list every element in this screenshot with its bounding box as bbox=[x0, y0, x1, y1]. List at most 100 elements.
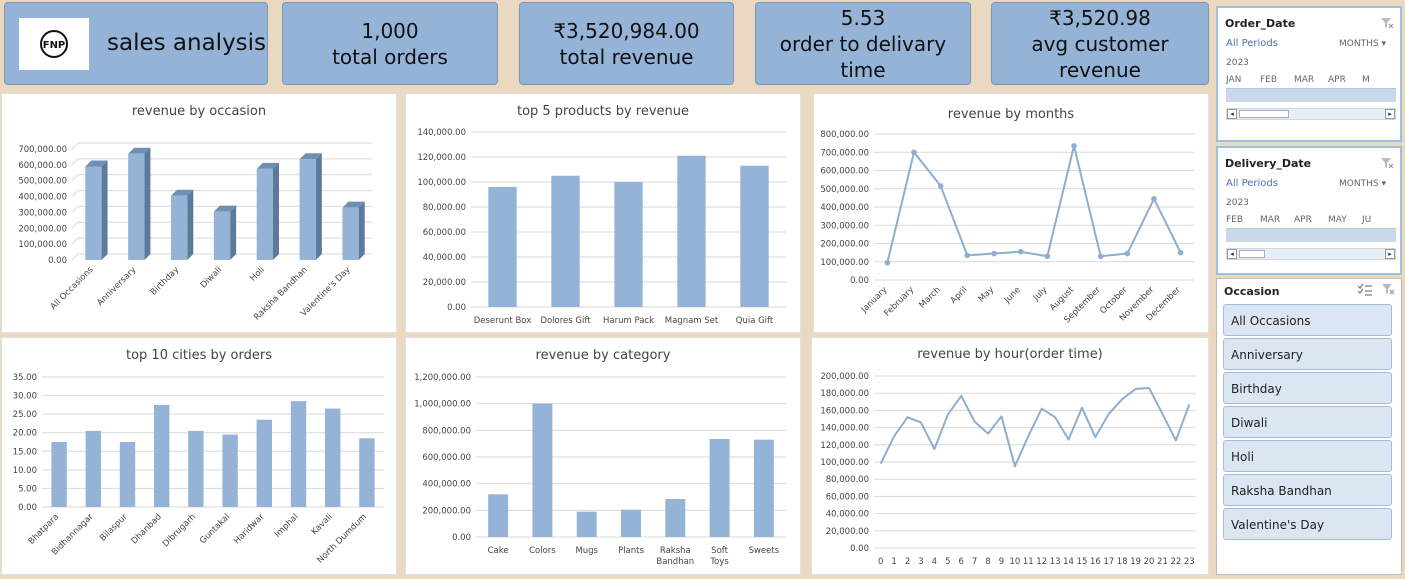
x-tick-label: 11 bbox=[1023, 557, 1034, 567]
kpi-label: order to delivary time bbox=[779, 31, 947, 82]
plot-area: 0.00 20,000.00 40,000.00 60,000.00 80,000.00… bbox=[417, 128, 786, 326]
timeline-selection-bar[interactable] bbox=[1226, 228, 1396, 242]
y-tick-label: 500,000.00 bbox=[820, 185, 869, 195]
order-date-timeline[interactable]: Order_Date All Periods MONTHS ▾ 2023 JAN… bbox=[1216, 6, 1402, 142]
y-tick-label: 0.00 bbox=[850, 544, 869, 554]
y-tick-label: 200,000.00 bbox=[820, 372, 869, 382]
bar bbox=[171, 195, 188, 260]
multi-select-icon[interactable] bbox=[1357, 283, 1373, 297]
x-tick-label: July bbox=[1031, 285, 1050, 304]
x-tick-label: Toys bbox=[709, 557, 729, 567]
x-tick-label: 6 bbox=[958, 557, 963, 567]
y-tick-label: 80,000.00 bbox=[423, 203, 466, 213]
x-tick-label: 13 bbox=[1050, 557, 1061, 567]
time-level-dropdown[interactable]: MONTHS ▾ bbox=[1339, 179, 1386, 189]
chart-svg: 0.00 100,000.00 200,000.00 300,000.00 400,00… bbox=[820, 130, 1194, 325]
x-tick-label: 1 bbox=[891, 557, 896, 567]
chart-revenue-by-occasion[interactable]: revenue by occasion 0.00 100,000.00 200,00… bbox=[1, 93, 397, 333]
x-tick-label: Colors bbox=[529, 546, 556, 556]
data-point bbox=[937, 183, 944, 189]
x-tick-label: Raksha bbox=[660, 546, 691, 556]
bar bbox=[709, 439, 730, 537]
y-tick-label: 200,000.00 bbox=[18, 224, 67, 234]
bar bbox=[85, 430, 101, 507]
timeline-scrollbar[interactable]: ◂ ▸ bbox=[1226, 248, 1396, 260]
time-level-dropdown[interactable]: MONTHS ▾ bbox=[1339, 39, 1386, 49]
y-tick-label: 400,000.00 bbox=[422, 480, 471, 490]
logo-text: FNP bbox=[43, 40, 66, 51]
x-tick-label: 2 bbox=[905, 557, 910, 567]
bar-side bbox=[187, 189, 194, 260]
y-tick-label: 1,200,000.00 bbox=[414, 373, 471, 383]
slicer-item-anniversary[interactable]: Anniversary bbox=[1223, 338, 1392, 370]
bar bbox=[188, 430, 204, 507]
data-point bbox=[884, 259, 891, 266]
y-tick-label: 800,000.00 bbox=[422, 426, 471, 436]
bar bbox=[256, 168, 273, 260]
y-tick-label: 140,000.00 bbox=[417, 128, 466, 138]
slicer-item-diwali[interactable]: Diwali bbox=[1223, 406, 1392, 438]
slicer-item-raksha-bandhan[interactable]: Raksha Bandhan bbox=[1223, 474, 1392, 506]
y-tick-label: 800,000.00 bbox=[820, 130, 869, 140]
bar bbox=[488, 187, 517, 307]
chart-top-cities[interactable]: top 10 cities by orders 0.00 5.00 10.00 15.… bbox=[1, 337, 397, 575]
gridline-depth bbox=[71, 190, 79, 197]
occasion-slicer[interactable]: Occasion All Occasions Anniversary Birth… bbox=[1216, 278, 1402, 575]
clear-filter-icon[interactable] bbox=[1381, 283, 1395, 295]
y-tick-label: 35.00 bbox=[13, 373, 37, 383]
chart-svg: 0.00 200,000.00 400,000.00 600,000.00 800,00… bbox=[414, 373, 786, 567]
chart-revenue-by-hour[interactable]: revenue by hour(order time) 0.00 20,000.0… bbox=[811, 337, 1209, 575]
x-tick-label: Haridwar bbox=[232, 512, 267, 547]
month-label: FEB bbox=[1226, 215, 1244, 225]
kpi-label: total revenue bbox=[559, 44, 694, 69]
delivery-date-timeline[interactable]: Delivery_Date All Periods MONTHS ▾ 2023 … bbox=[1216, 146, 1402, 275]
x-tick-label: Deserunt Box bbox=[474, 316, 532, 326]
scroll-right-icon[interactable]: ▸ bbox=[1385, 109, 1395, 119]
scroll-left-icon[interactable]: ◂ bbox=[1227, 109, 1237, 119]
data-point bbox=[1151, 195, 1157, 202]
bar-side bbox=[230, 205, 237, 260]
scroll-thumb[interactable] bbox=[1239, 110, 1289, 118]
slicer-item-valentines-day[interactable]: Valentine's Day bbox=[1223, 508, 1392, 540]
bar bbox=[621, 509, 641, 537]
x-tick-label: Soft bbox=[711, 546, 728, 556]
y-tick-label: 0.00 bbox=[18, 503, 37, 513]
y-tick-label: 20.00 bbox=[13, 429, 37, 439]
bar bbox=[753, 439, 774, 537]
x-tick-label: 15 bbox=[1077, 557, 1088, 567]
clear-filter-icon[interactable] bbox=[1380, 157, 1394, 169]
x-tick-label: Mugs bbox=[575, 546, 598, 556]
y-tick-label: 120,000.00 bbox=[820, 441, 869, 451]
series-line bbox=[886, 144, 1182, 263]
slicer-item-birthday[interactable]: Birthday bbox=[1223, 372, 1392, 404]
y-tick-label: 100,000.00 bbox=[820, 258, 869, 268]
chart-revenue-by-category[interactable]: revenue by category 0.00 200,000.00 400,00… bbox=[405, 337, 801, 575]
data-point bbox=[911, 149, 917, 156]
gridline-depth bbox=[71, 221, 79, 229]
y-tick-label: 5.00 bbox=[18, 484, 37, 494]
chart-svg: 0.00 100,000.00 200,000.00 300,000.00 400,00… bbox=[18, 142, 372, 323]
slicer-item-holi[interactable]: Holi bbox=[1223, 440, 1392, 472]
all-periods-link[interactable]: All Periods bbox=[1226, 38, 1278, 49]
x-tick-label: 21 bbox=[1157, 557, 1168, 567]
scroll-right-icon[interactable]: ▸ bbox=[1385, 249, 1395, 259]
all-periods-link[interactable]: All Periods bbox=[1226, 178, 1278, 189]
y-tick-label: 700,000.00 bbox=[820, 148, 869, 158]
data-point bbox=[964, 252, 971, 259]
page-title[interactable]: sales analysis bbox=[107, 29, 266, 59]
time-level-label: MONTHS bbox=[1339, 39, 1379, 49]
chart-top-products[interactable]: top 5 products by revenue 0.00 20,000.00 4… bbox=[405, 93, 801, 333]
month-label: APR bbox=[1294, 215, 1312, 225]
x-tick-label: Kavali bbox=[310, 512, 335, 537]
fnp-logo: FNP bbox=[19, 17, 89, 70]
y-tick-label: 80,000.00 bbox=[826, 475, 869, 485]
x-tick-label: 16 bbox=[1090, 557, 1101, 567]
clear-filter-icon[interactable] bbox=[1380, 17, 1394, 29]
chart-revenue-by-months[interactable]: revenue by months 0.00 100,000.00 200,000.… bbox=[813, 93, 1209, 333]
slicer-item-all-occasions[interactable]: All Occasions bbox=[1223, 304, 1392, 336]
scroll-left-icon[interactable]: ◂ bbox=[1227, 249, 1237, 259]
gridline-depth bbox=[71, 206, 79, 213]
scroll-thumb[interactable] bbox=[1239, 250, 1265, 258]
timeline-scrollbar[interactable]: ◂ ▸ bbox=[1226, 108, 1396, 120]
timeline-selection-bar[interactable] bbox=[1226, 88, 1396, 102]
